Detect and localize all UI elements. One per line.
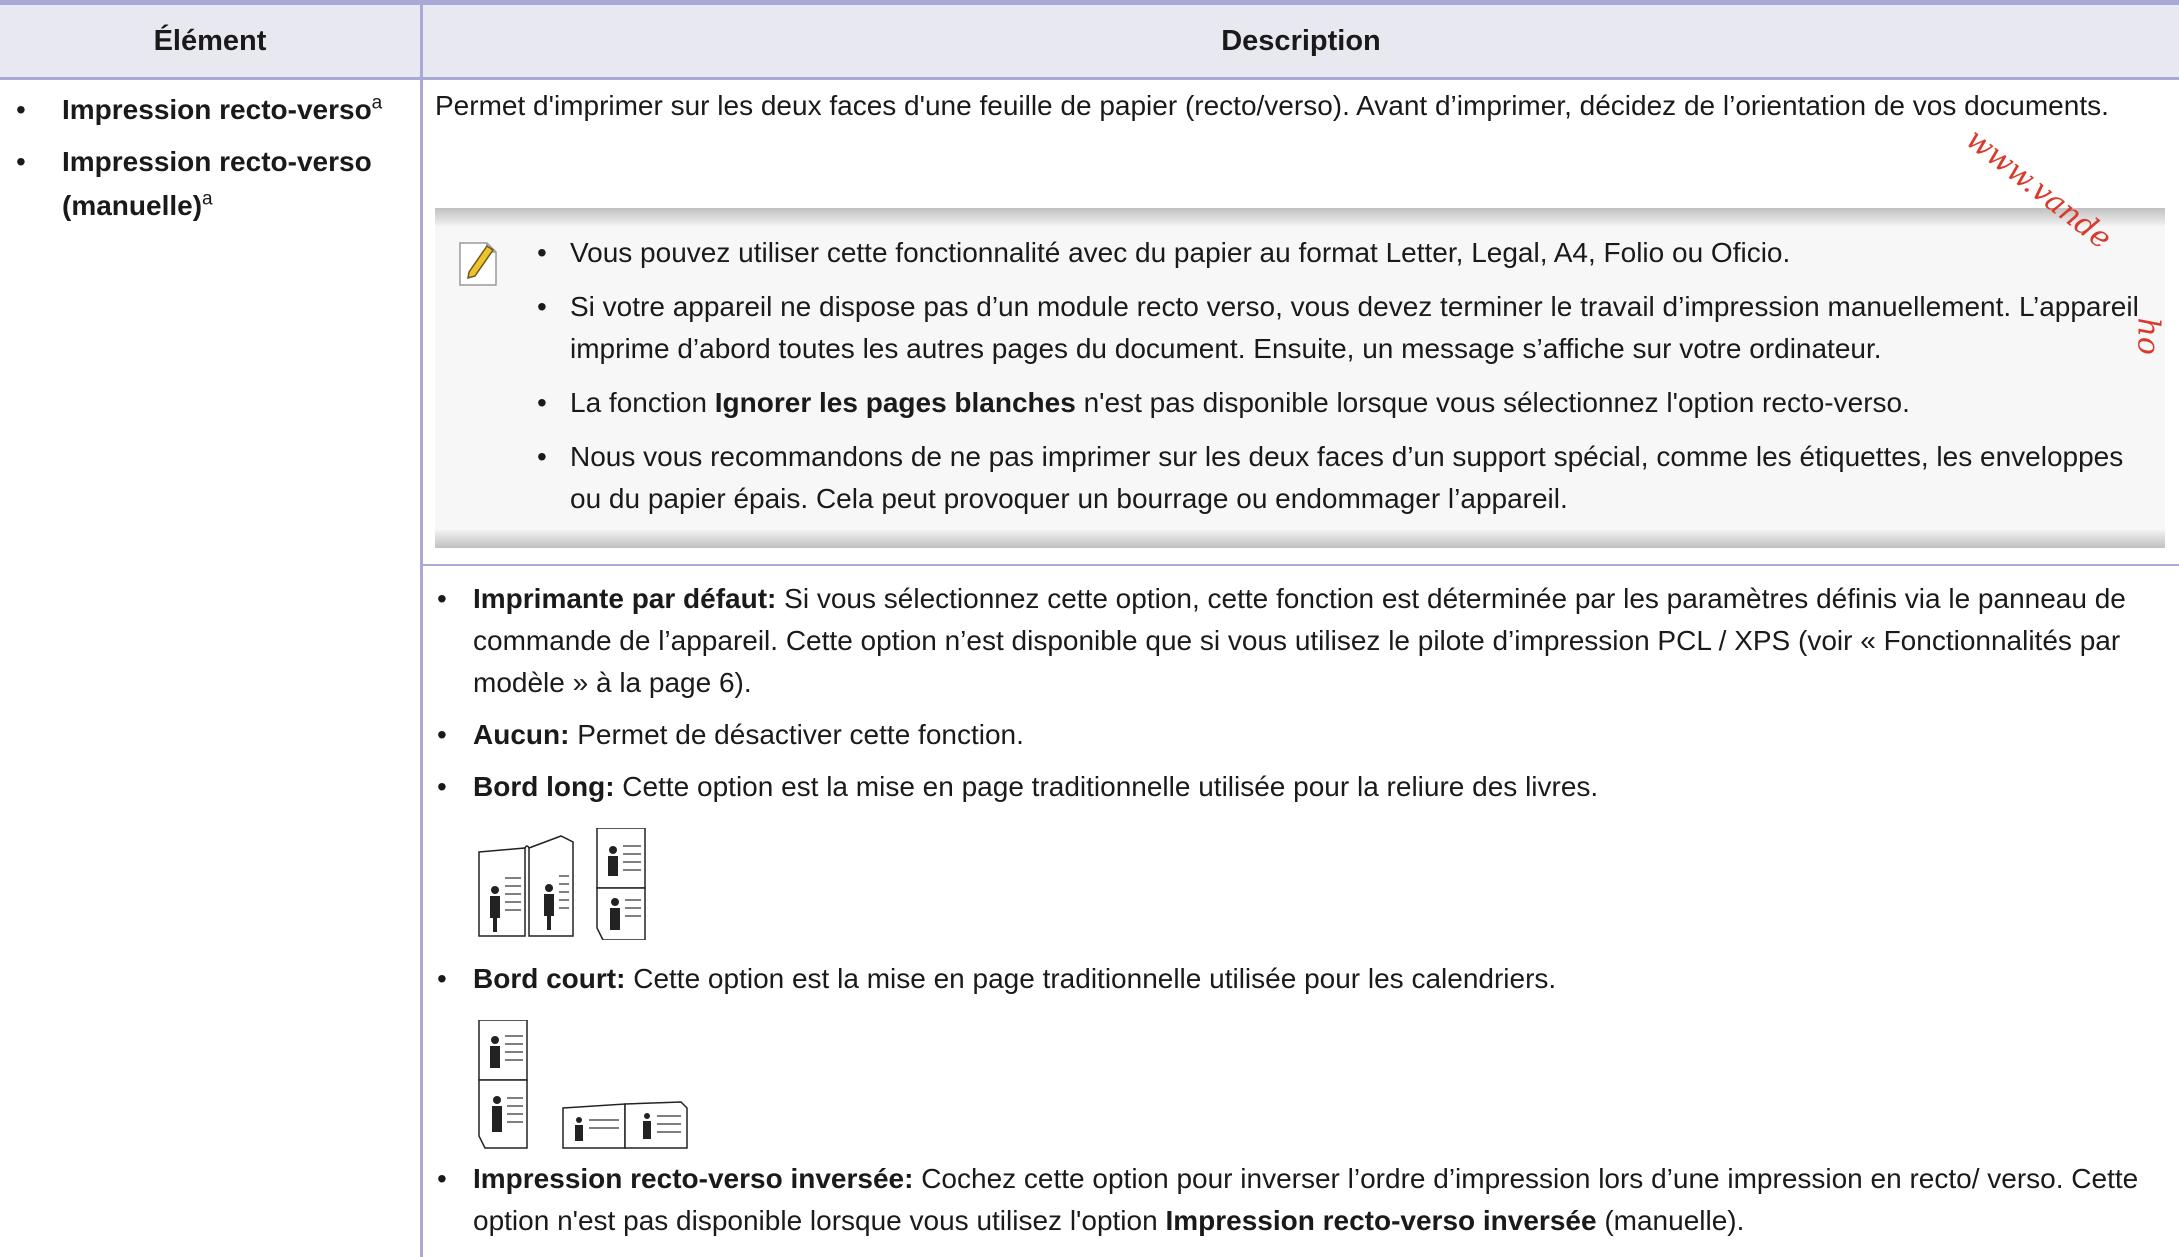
short-edge-binding-illustration bbox=[478, 1020, 688, 1149]
list-item: Impression recto-versoa bbox=[12, 88, 412, 132]
note-bold-option: Ignorer les pages blanches bbox=[714, 387, 1076, 418]
note-item: La fonction Ignorer les pages blanches n… bbox=[535, 382, 2155, 424]
option-item: Bord long: Cette option est la mise en p… bbox=[435, 766, 2145, 808]
option-item: Bord court: Cette option est la mise en … bbox=[435, 958, 2145, 1000]
option-item: Impression recto-verso inversée: Cochez … bbox=[435, 1158, 2145, 1242]
header-divider bbox=[0, 77, 2179, 80]
item-label: Impression recto-verso bbox=[62, 94, 372, 125]
note-top-bar bbox=[435, 208, 2165, 226]
option-item: Imprimante par défaut: Si vous sélection… bbox=[435, 578, 2145, 704]
header-description: Description bbox=[423, 5, 2179, 77]
column-divider bbox=[420, 5, 423, 1257]
note-list: Vous pouvez utiliser cette fonctionnalit… bbox=[535, 232, 2155, 532]
option-label: Aucun: bbox=[473, 719, 570, 750]
option-label: Imprimante par défaut: bbox=[473, 583, 777, 614]
note-pencil-icon bbox=[459, 242, 497, 286]
options-list: Imprimante par défaut: Si vous sélection… bbox=[435, 578, 2145, 1242]
item-label: Impression recto-verso (manuelle) bbox=[62, 146, 372, 221]
note-item: Vous pouvez utiliser cette fonctionnalit… bbox=[535, 232, 2155, 274]
element-column: Impression recto-versoa Impression recto… bbox=[12, 88, 412, 236]
watermark-text-edge: ho bbox=[2130, 317, 2166, 355]
footnote-marker: a bbox=[202, 188, 213, 210]
row-divider bbox=[423, 564, 2179, 566]
option-label: Bord court: bbox=[473, 963, 626, 994]
note-bottom-bar bbox=[435, 530, 2165, 548]
option-item: Aucun: Permet de désactiver cette foncti… bbox=[435, 714, 2145, 756]
header-element: Élément bbox=[0, 5, 420, 77]
option-label: Impression recto-verso inversée: bbox=[473, 1163, 914, 1194]
note-item: Nous vous recommandons de ne pas imprime… bbox=[535, 436, 2155, 520]
footnote-marker: a bbox=[371, 92, 383, 114]
intro-paragraph: Permet d'imprimer sur les deux faces d'u… bbox=[435, 90, 2109, 121]
option-label: Bord long: bbox=[473, 771, 615, 802]
list-item: Impression recto-verso (manuelle)a bbox=[12, 140, 412, 228]
long-edge-binding-illustration bbox=[478, 828, 646, 940]
note-item: Si votre appareil ne dispose pas d’un mo… bbox=[535, 286, 2155, 370]
note-box: Vous pouvez utiliser cette fonctionnalit… bbox=[435, 208, 2165, 548]
option-label-inline: Impression recto-verso inversée bbox=[1165, 1205, 1597, 1236]
